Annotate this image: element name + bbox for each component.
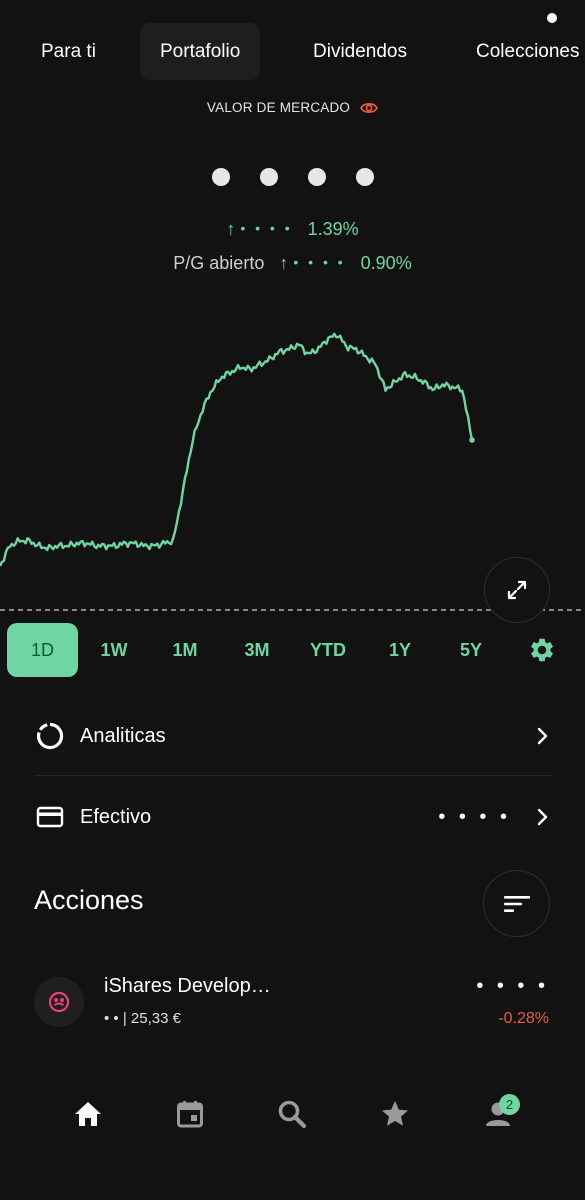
holding-change: -0.28% (498, 1010, 549, 1027)
chart-last-point (469, 437, 475, 443)
hidden-pl-amount: • • • • (293, 254, 346, 270)
hidden-cash-value: • • • • (438, 805, 511, 828)
up-arrow-icon: ↑ (279, 253, 289, 273)
nav-profile[interactable] (466, 1082, 530, 1146)
analytics-row[interactable]: Analiticas (34, 696, 551, 776)
market-value-label: VALOR DE MERCADO (206, 100, 351, 115)
top-tabs: Para ti Portafolio Dividendos Coleccione… (0, 23, 585, 80)
nav-search[interactable] (260, 1082, 324, 1146)
credit-card-icon (34, 801, 66, 833)
hidden-portfolio-value (0, 168, 585, 191)
holding-name: iShares Develop… (104, 975, 271, 997)
change-percent: 1.39% (307, 219, 359, 239)
divider (34, 775, 551, 776)
star-icon (382, 1101, 408, 1126)
nav-home[interactable] (56, 1082, 120, 1146)
open-pl-row: P/G abierto ↑ • • • • 0.90% (0, 253, 585, 274)
holding-quantity-price: • • | 25,33 € (104, 1010, 181, 1027)
range-1m-button[interactable]: 1M (153, 623, 217, 677)
tab-colecciones[interactable]: Colecciones (456, 23, 585, 80)
donut-chart-icon (34, 720, 66, 752)
range-selector: 1D 1W 1M 3M YTD 1Y 5Y (0, 623, 585, 677)
chevron-right-icon (537, 808, 548, 826)
calendar-icon (177, 1101, 203, 1128)
chart-line-series (0, 332, 474, 567)
hidden-change-amount: • • • • (240, 220, 293, 236)
notification-badge: 2 (499, 1094, 520, 1115)
sort-button[interactable] (483, 870, 550, 937)
expand-chart-button[interactable] (484, 557, 550, 623)
nav-favorites[interactable] (363, 1082, 427, 1146)
holdings-title: Acciones (34, 885, 144, 915)
holding-value: • • • • (476, 975, 549, 997)
nav-calendar[interactable] (158, 1082, 222, 1146)
analytics-label: Analiticas (80, 724, 166, 747)
status-indicator-dot (547, 13, 557, 23)
range-ytd-button[interactable]: YTD (296, 623, 360, 677)
range-5y-button[interactable]: 5Y (439, 623, 503, 677)
open-pl-percent: 0.90% (360, 253, 412, 273)
range-1w-button[interactable]: 1W (82, 623, 146, 677)
daily-change: ↑ • • • • 1.39% (0, 219, 585, 240)
open-pl-label: P/G abierto (173, 253, 265, 273)
range-3m-button[interactable]: 3M (225, 623, 289, 677)
gear-icon[interactable] (528, 636, 556, 664)
bottom-navigation (0, 1082, 585, 1146)
cash-label: Efectivo (80, 805, 152, 828)
sort-icon (503, 895, 530, 912)
holding-avatar (34, 977, 84, 1027)
home-icon (75, 1102, 101, 1126)
up-arrow-icon: ↑ (226, 219, 236, 239)
expand-icon (507, 580, 527, 600)
eye-icon[interactable] (360, 101, 379, 118)
tab-dividendos[interactable]: Dividendos (293, 23, 427, 80)
globe-icon (48, 991, 70, 1013)
range-1d-button[interactable]: 1D (7, 623, 78, 677)
tab-para-ti[interactable]: Para ti (21, 23, 116, 80)
cash-row[interactable]: Efectivo • • • • (34, 777, 551, 857)
tab-portafolio[interactable]: Portafolio (140, 23, 261, 80)
search-icon (278, 1100, 307, 1129)
holding-row[interactable]: iShares Develop… • • | 25,33 € • • • • -… (34, 970, 551, 1040)
chevron-right-icon (537, 727, 548, 745)
market-value-header: VALOR DE MERCADO (0, 100, 585, 118)
range-1y-button[interactable]: 1Y (368, 623, 432, 677)
